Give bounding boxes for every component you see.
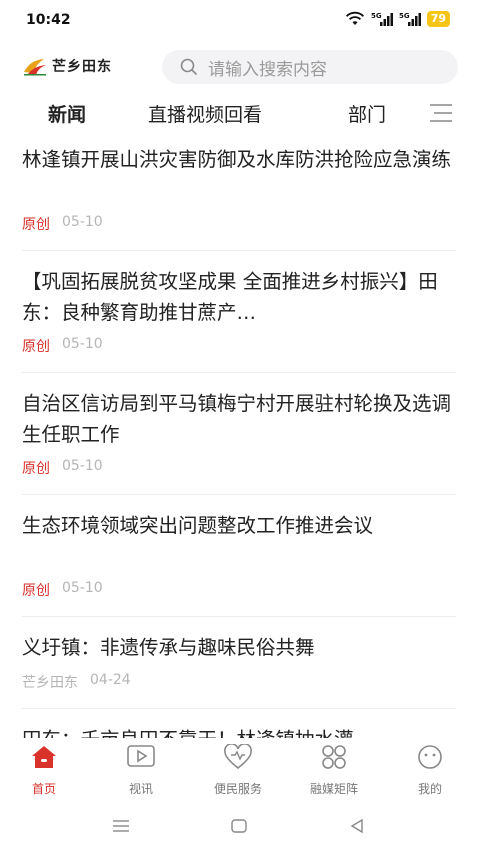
status-time: 10:42: [26, 12, 71, 28]
status-bar: 10:42 5G 5G 79: [0, 0, 478, 42]
signal-5g-icon-2: 5G: [399, 12, 421, 26]
source-tag: 原创: [22, 339, 50, 355]
tab-department[interactable]: 部门: [348, 100, 386, 127]
source-tag: 原创: [22, 583, 50, 599]
system-home-icon[interactable]: [230, 818, 248, 834]
news-date: 05-10: [62, 214, 103, 230]
divider: [22, 494, 456, 495]
news-meta: 芒乡田东 04-24: [22, 672, 131, 692]
news-title[interactable]: 自治区信访局到平马镇梅宁村开展驻村轮换及选调生任职工作: [22, 388, 454, 450]
logo-text: 芒乡田东: [52, 59, 112, 75]
status-icons: 5G 5G 79: [345, 11, 450, 27]
battery-indicator: 79: [426, 11, 450, 27]
tab-news[interactable]: 新闻: [48, 100, 86, 127]
news-title[interactable]: 林逢镇开展山洪灾害防御及水库防洪抢险应急演练: [22, 144, 454, 175]
system-back-icon[interactable]: [348, 818, 366, 834]
source-tag: 原创: [22, 461, 50, 477]
news-title[interactable]: 田东：千亩良田不靠天！林逢镇抽水灌: [22, 724, 454, 738]
app-header: 芒乡田东 请输入搜索内容: [0, 46, 478, 88]
source-tag: 原创: [22, 217, 50, 233]
tab-live-replay[interactable]: 直播视频回看: [148, 100, 262, 127]
news-date: 05-10: [62, 336, 103, 352]
system-menu-icon[interactable]: [112, 818, 130, 834]
menu-icon[interactable]: [428, 102, 454, 124]
nav-services[interactable]: 便民服务: [198, 744, 278, 797]
news-meta: 原创 05-10: [22, 458, 103, 478]
svg-text:5G: 5G: [371, 12, 382, 20]
news-meta: 原创 05-10: [22, 214, 103, 234]
nav-media-matrix[interactable]: 融媒矩阵: [294, 744, 374, 797]
news-meta: 原创 05-10: [22, 336, 103, 356]
nav-video[interactable]: 视讯: [101, 744, 181, 797]
nav-label: 融媒矩阵: [309, 782, 358, 796]
divider: [22, 250, 456, 251]
category-tabs: 新闻 直播视频回看 部门: [0, 92, 478, 134]
home-icon: [32, 746, 56, 768]
signal-5g-icon-1: 5G: [371, 12, 393, 26]
play-icon: [127, 745, 155, 767]
system-nav: [0, 808, 478, 850]
news-meta: 原创 05-10: [22, 580, 103, 600]
nav-home[interactable]: 首页: [4, 744, 84, 797]
divider: [22, 708, 456, 709]
heart-icon: [224, 744, 252, 770]
app-logo[interactable]: 芒乡田东: [22, 56, 112, 76]
search-icon: [180, 58, 198, 76]
nav-profile[interactable]: 我的: [390, 744, 470, 797]
news-feed: 林逢镇开展山洪灾害防御及水库防洪抢险应急演练 原创 05-10 【巩固拓展脱贫攻…: [0, 142, 478, 738]
nav-label: 首页: [31, 782, 56, 796]
divider: [22, 616, 456, 617]
news-date: 04-24: [90, 672, 131, 688]
svg-text:5G: 5G: [399, 12, 410, 20]
search-placeholder: 请输入搜索内容: [208, 59, 327, 80]
wifi-icon: [345, 11, 364, 25]
logo-mark-icon: [24, 59, 46, 76]
bottom-nav: 首页 视讯 便民服务 融媒矩阵 我的: [0, 738, 478, 808]
grid-icon: [322, 745, 346, 769]
source-tag: 芒乡田东: [22, 675, 78, 691]
news-title[interactable]: 【巩固拓展脱贫攻坚成果 全面推进乡村振兴】田东：良种繁育助推甘蔗产…: [22, 266, 454, 328]
news-title[interactable]: 生态环境领域突出问题整改工作推进会议: [22, 510, 454, 541]
news-date: 05-10: [62, 580, 103, 596]
profile-icon: [418, 745, 442, 769]
news-date: 05-10: [62, 458, 103, 474]
divider: [22, 372, 456, 373]
nav-label: 我的: [417, 782, 442, 796]
nav-label: 便民服务: [213, 782, 262, 796]
search-input[interactable]: 请输入搜索内容: [162, 50, 458, 84]
nav-label: 视讯: [128, 782, 153, 796]
news-title[interactable]: 义圩镇：非遗传承与趣味民俗共舞: [22, 632, 454, 663]
